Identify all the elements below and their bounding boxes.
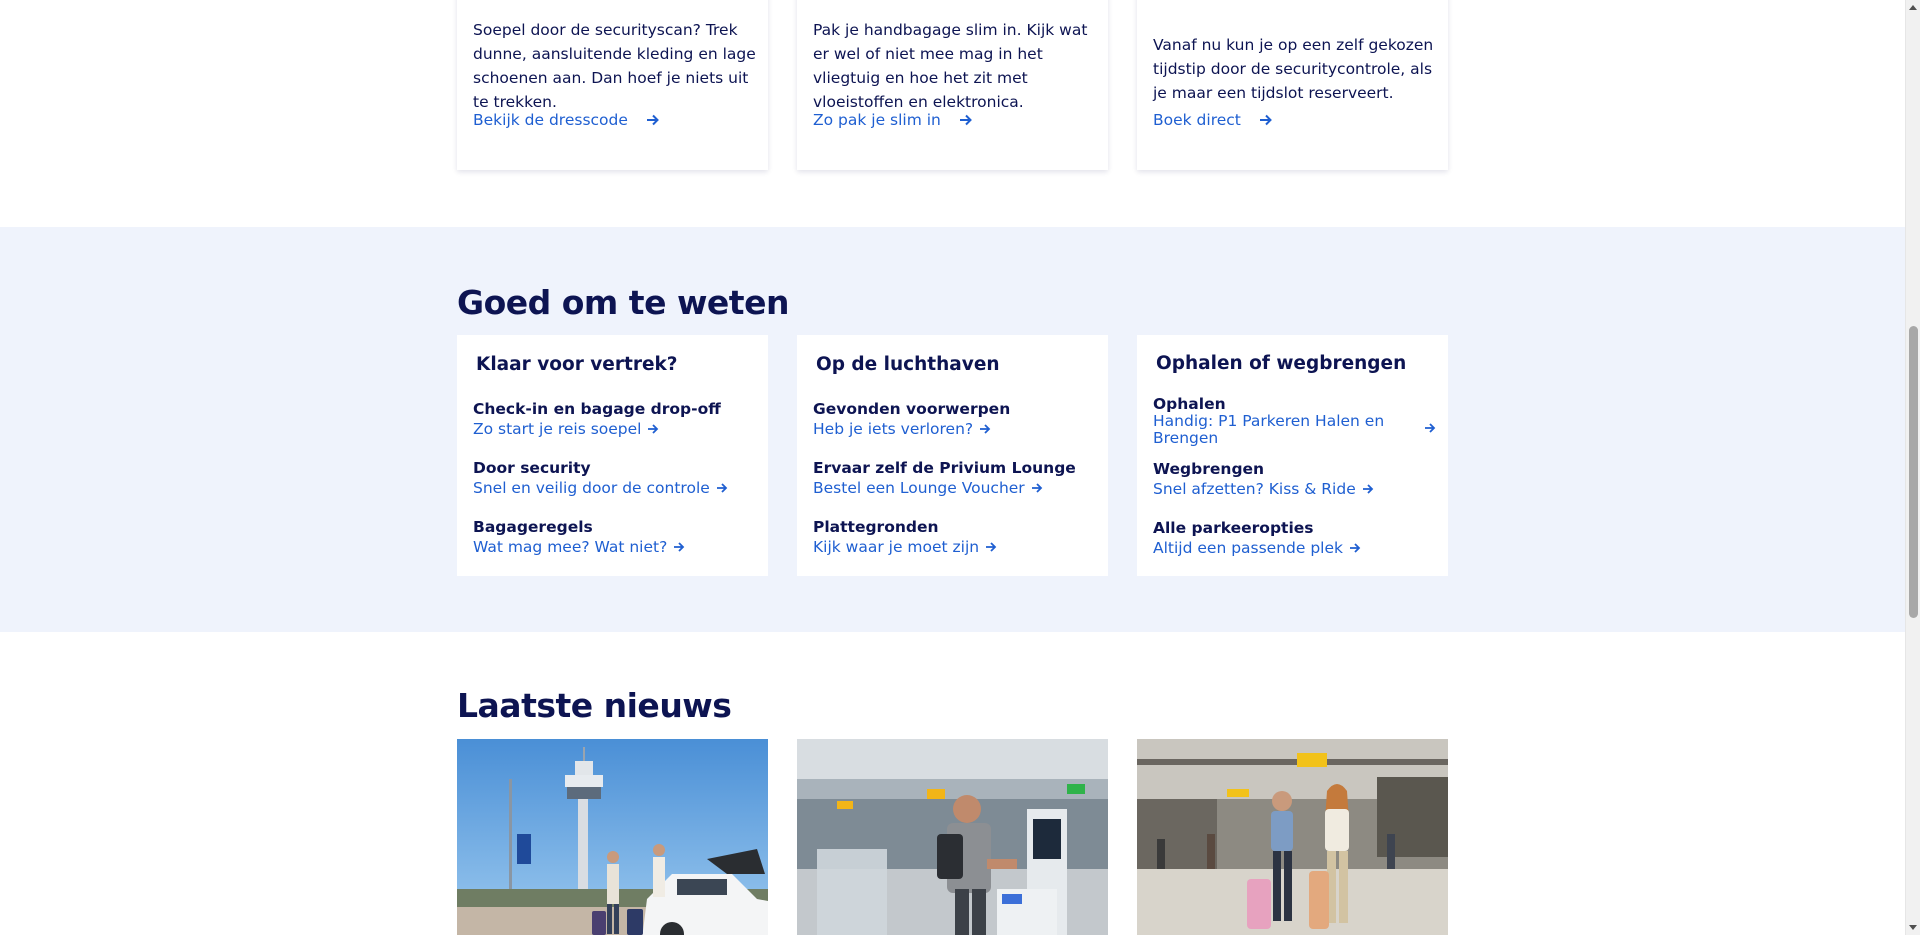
page: Soepel door de securityscan? Trek dunne,…	[0, 0, 1920, 935]
departure-card: Klaar voor vertrek? Check-in en bagage d…	[457, 335, 768, 576]
arrow-right-icon	[1362, 484, 1374, 494]
arrow-right-icon	[1259, 114, 1272, 126]
book-direct-link-label: Boek direct	[1153, 111, 1241, 129]
item-heading: Ophalen	[1153, 395, 1226, 413]
tip-card-pack-smart: Pak je handbagage slim in. Kijk wat er w…	[797, 0, 1108, 170]
list-item: Check-in en bagage drop-off Zo start je …	[473, 399, 754, 439]
security-tips-section: Soepel door de securityscan? Trek dunne,…	[0, 0, 1905, 227]
arrow-right-icon	[980, 424, 991, 434]
lounge-voucher-link-label: Bestel een Lounge Voucher	[813, 479, 1025, 497]
pickup-dropoff-card: Ophalen of wegbrengen Ophalen Handig: P1…	[1137, 335, 1448, 576]
scroll-up-arrow-icon[interactable]	[1909, 5, 1917, 10]
item-heading: Ervaar zelf de Privium Lounge	[813, 459, 1076, 477]
list-item: Ervaar zelf de Privium Lounge Bestel een…	[813, 458, 1094, 498]
arrow-right-icon	[648, 424, 659, 434]
list-item: Ophalen Handig: P1 Parkeren Halen en Bre…	[1153, 395, 1436, 447]
checkin-link[interactable]: Zo start je reis soepel	[473, 419, 754, 439]
list-item: Gevonden voorwerpen Heb je iets verloren…	[813, 399, 1094, 439]
list-item: Plattegronden Kijk waar je moet zijn	[813, 517, 1094, 557]
news-card-terminal-travellers[interactable]	[1137, 739, 1448, 935]
item-heading: Gevonden voorwerpen	[813, 400, 1011, 418]
arrow-right-icon	[959, 114, 972, 126]
dresscode-link[interactable]: Bekijk de dresscode	[473, 111, 660, 129]
item-heading: Alle parkeeropties	[1153, 519, 1314, 537]
floor-plans-link[interactable]: Kijk waar je moet zijn	[813, 537, 1094, 557]
tip-card-text: Pak je handbagage slim in. Kijk wat er w…	[813, 21, 1088, 111]
list-item: Bagageregels Wat mag mee? Wat niet?	[473, 517, 754, 557]
list-item: Alle parkeeropties Altijd een passende p…	[1153, 518, 1434, 558]
tip-card-timeslot: Vanaf nu kun je op een zelf gekozen tijd…	[1137, 0, 1448, 170]
photo-security-gates-passenger	[797, 739, 1108, 935]
item-heading: Wegbrengen	[1153, 460, 1265, 478]
arrow-right-icon	[1031, 483, 1042, 493]
section-heading: Goed om te weten	[457, 283, 789, 322]
floor-plans-link-label: Kijk waar je moet zijn	[813, 538, 980, 556]
card-title: Ophalen of wegbrengen	[1156, 353, 1407, 374]
latest-news-section: Laatste nieuws	[0, 632, 1905, 935]
item-heading: Bagageregels	[473, 518, 593, 536]
photo-terminal-travellers-suitcases	[1137, 739, 1448, 935]
arrow-right-icon	[986, 542, 997, 552]
lounge-voucher-link[interactable]: Bestel een Lounge Voucher	[813, 478, 1094, 498]
arrow-right-icon	[716, 483, 728, 493]
list-item: Wegbrengen Snel afzetten? Kiss & Ride	[1153, 459, 1434, 499]
checkin-link-label: Zo start je reis soepel	[473, 420, 642, 438]
item-heading: Check-in en bagage drop-off	[473, 400, 721, 418]
dresscode-link-label: Bekijk de dresscode	[473, 111, 628, 129]
p1-parking-link-label: Handig: P1 Parkeren Halen en Brengen	[1153, 412, 1385, 447]
arrow-right-icon	[674, 542, 685, 552]
news-card-security-gates[interactable]	[797, 739, 1108, 935]
baggage-rules-link-label: Wat mag mee? Wat niet?	[473, 538, 668, 556]
lost-found-link[interactable]: Heb je iets verloren?	[813, 419, 1094, 439]
p1-parking-link[interactable]: Handig: P1 Parkeren Halen en Brengen	[1153, 412, 1436, 447]
pack-smart-link[interactable]: Zo pak je slim in	[813, 111, 973, 129]
card-title: Op de luchthaven	[816, 354, 1000, 375]
security-link-label: Snel en veilig door de controle	[473, 479, 710, 497]
arrow-right-icon	[1350, 543, 1361, 553]
scroll-down-arrow-icon[interactable]	[1909, 925, 1917, 930]
item-heading: Plattegronden	[813, 518, 939, 536]
list-item: Door security Snel en veilig door de con…	[473, 458, 754, 498]
good-to-know-section: Goed om te weten Klaar voor vertrek? Che…	[0, 227, 1905, 632]
parking-options-link-label: Altijd een passende plek	[1153, 539, 1343, 557]
photo-control-tower-drop-off	[457, 739, 768, 935]
scrollbar-thumb[interactable]	[1909, 326, 1918, 618]
tip-card-text: Vanaf nu kun je op een zelf gekozen tijd…	[1153, 36, 1434, 102]
book-direct-link[interactable]: Boek direct	[1153, 111, 1273, 129]
page-scrollbar[interactable]	[1905, 0, 1920, 935]
arrow-right-icon	[646, 114, 659, 126]
pack-smart-link-label: Zo pak je slim in	[813, 111, 941, 129]
tip-card-dresscode: Soepel door de securityscan? Trek dunne,…	[457, 0, 768, 170]
security-link[interactable]: Snel en veilig door de controle	[473, 478, 754, 498]
lost-found-link-label: Heb je iets verloren?	[813, 420, 974, 438]
parking-options-link[interactable]: Altijd een passende plek	[1153, 538, 1434, 558]
at-airport-card: Op de luchthaven Gevonden voorwerpen Heb…	[797, 335, 1108, 576]
arrow-right-icon	[1425, 423, 1436, 433]
card-title: Klaar voor vertrek?	[476, 354, 678, 375]
baggage-rules-link[interactable]: Wat mag mee? Wat niet?	[473, 537, 754, 557]
section-heading: Laatste nieuws	[457, 686, 732, 725]
kiss-ride-link[interactable]: Snel afzetten? Kiss & Ride	[1153, 479, 1434, 499]
tip-card-text: Soepel door de securityscan? Trek dunne,…	[473, 21, 756, 111]
kiss-ride-link-label: Snel afzetten? Kiss & Ride	[1153, 480, 1356, 498]
item-heading: Door security	[473, 459, 591, 477]
news-card-control-tower[interactable]	[457, 739, 768, 935]
